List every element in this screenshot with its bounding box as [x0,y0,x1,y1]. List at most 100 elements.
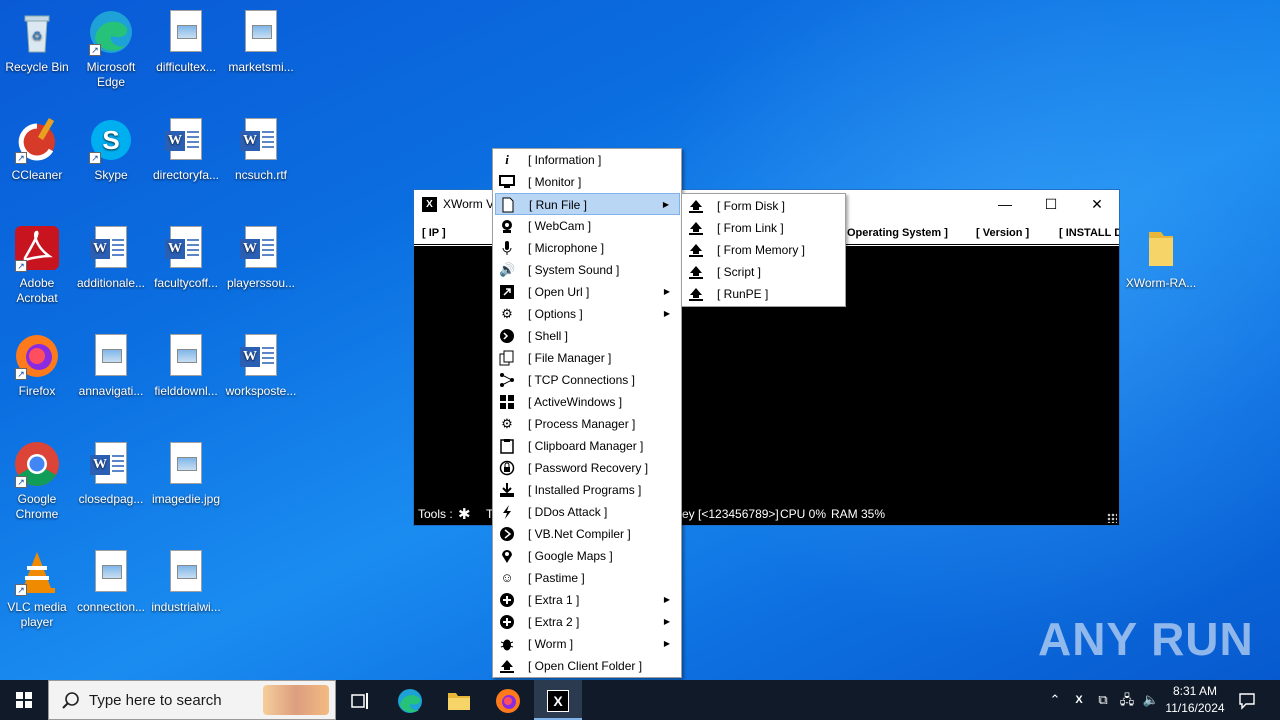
tray-overflow-chevron-icon[interactable]: ⌃ [1046,680,1064,720]
menu-item-extra-2[interactable]: [ Extra 2 ] ▶ [495,611,680,633]
desktop-icon-vlc[interactable]: ↗ VLC media player [0,548,74,630]
desktop-icon-microsoft-edge[interactable]: ↗ Microsoft Edge [74,8,148,90]
process-icon: ⚙ [501,416,513,431]
close-button[interactable]: ✕ [1074,190,1120,219]
desktop-icon-difficultex[interactable]: difficultex... [149,8,223,75]
upload-icon [688,220,704,236]
image-file-icon [237,8,285,56]
menu-item-open-client-folder[interactable]: [ Open Client Folder ] [495,655,680,677]
desktop-icon-annavigati[interactable]: annavigati... [74,332,148,399]
menu-item-extra-1[interactable]: [ Extra 1 ] ▶ [495,589,680,611]
menu-item-vbnet-compiler[interactable]: [ VB.Net Compiler ] [495,523,680,545]
notification-center-icon[interactable] [1236,680,1258,720]
desktop-icon-industrialwi[interactable]: industrialwi... [149,548,223,615]
desktop-icon-fielddownl[interactable]: fielddownl... [149,332,223,399]
tray-meet-icon[interactable]: ⧉ [1094,680,1112,720]
tray-xworm-icon[interactable]: X [1070,680,1088,720]
menu-item-installed-programs[interactable]: [ Installed Programs ] [495,479,680,501]
menu-item-information[interactable]: i[ Information ] [495,149,680,171]
clock-time: 8:31 AM [1172,684,1218,698]
menu-item-clipboard-manager[interactable]: [ Clipboard Manager ] [495,435,680,457]
column-install-date[interactable]: [ INSTALL D [1059,221,1119,245]
menu-item-process-manager[interactable]: ⚙[ Process Manager ] [495,413,680,435]
bolt-icon [499,504,515,520]
desktop-icon-connection[interactable]: connection... [74,548,148,615]
search-highlight-image [263,685,329,715]
desktop-icon-marketsmi[interactable]: marketsmi... [224,8,298,75]
open-url-icon [499,284,515,300]
desktop-icon-ccleaner[interactable]: ↗ CCleaner [0,116,74,183]
column-operating-system[interactable]: Operating System ] [847,221,948,245]
menu-item-worm[interactable]: [ Worm ] ▶ [495,633,680,655]
desktop-icon-recycle-bin[interactable]: ♻ Recycle Bin [0,8,74,75]
upload-icon [688,198,704,214]
menu-item-active-windows[interactable]: [ ActiveWindows ] [495,391,680,413]
submenu-item-form-disk[interactable]: [ Form Disk ] [684,195,844,217]
desktop-icon-ncsuch[interactable]: W ncsuch.rtf [224,116,298,183]
taskbar: Type here to search X ⌃ X ⧉ 🖧 🔈 8:31 AM … [0,680,1280,720]
file-manager-icon [499,350,515,366]
menu-item-system-sound[interactable]: 🔊[ System Sound ] [495,259,680,281]
image-file-icon [162,440,210,488]
taskbar-edge-icon[interactable] [386,680,434,720]
submenu-item-from-memory[interactable]: [ From Memory ] [684,239,844,261]
desktop-icon-workspostе[interactable]: W workspostе... [224,332,298,399]
tray-network-icon[interactable]: 🖧 [1118,680,1136,720]
column-version[interactable]: [ Version ] [976,221,1029,245]
column-ip[interactable]: [ IP ] [422,221,446,245]
start-button[interactable] [0,680,48,720]
submenu-item-from-link[interactable]: [ From Link ] [684,217,844,239]
webcam-icon [499,218,515,234]
menu-item-ddos-attack[interactable]: [ DDos Attack ] [495,501,680,523]
menu-item-webcam[interactable]: [ WebCam ] [495,215,680,237]
submenu-item-script[interactable]: [ Script ] [684,261,844,283]
menu-item-google-maps[interactable]: [ Google Maps ] [495,545,680,567]
word-doc-icon: W [237,332,285,380]
submenu-item-runpe[interactable]: [ RunPE ] [684,283,844,305]
submenu-arrow-icon: ▶ [663,287,670,296]
minimize-button[interactable]: — [982,190,1028,219]
word-doc-icon: W [237,116,285,164]
window-title: XWorm V [443,197,495,211]
desktop-icon-closedpag[interactable]: W closedpag... [74,440,148,507]
menu-item-open-url[interactable]: [ Open Url ] ▶ [495,281,680,303]
menu-item-shell[interactable]: [ Shell ] [495,325,680,347]
menu-item-pastime[interactable]: ☺[ Pastime ] [495,567,680,589]
menu-item-run-file[interactable]: [ Run File ] ▶ [495,193,680,215]
search-placeholder: Type here to search [89,692,222,709]
taskbar-xworm-icon[interactable]: X [534,680,582,720]
maximize-button[interactable]: ☐ [1028,190,1074,219]
word-doc-icon: W [162,224,210,272]
desktop-icon-google-chrome[interactable]: ↗ Google Chrome [0,440,74,522]
compiler-icon [499,526,515,542]
taskbar-search-box[interactable]: Type here to search [48,680,336,720]
desktop-icon-facultycoff[interactable]: W facultycoff... [149,224,223,291]
menu-item-options[interactable]: ⚙[ Options ] ▶ [495,303,680,325]
taskbar-file-explorer-icon[interactable] [435,680,483,720]
taskbar-firefox-icon[interactable] [484,680,532,720]
desktop-icon-playerssou[interactable]: W playerssou... [224,224,298,291]
map-pin-icon [499,548,515,564]
resize-grip[interactable] [1107,513,1117,523]
desktop-icon-directoryfa[interactable]: W directoryfa... [149,116,223,183]
task-view-button[interactable] [336,680,384,720]
windows-icon [499,394,515,410]
menu-item-tcp-connections[interactable]: [ TCP Connections ] [495,369,680,391]
smiley-icon: ☺ [500,570,514,585]
desktop-icon-xworm-folder[interactable]: XWorm-RA... [1124,224,1198,291]
tools-label: Tools : [418,507,453,521]
speaker-icon: 🔊 [499,262,516,277]
run-file-submenu: [ Form Disk ] [ From Link ] [ From Memor… [681,193,846,307]
menu-item-file-manager[interactable]: [ File Manager ] [495,347,680,369]
desktop-icon-skype[interactable]: S ↗ Skype [74,116,148,183]
desktop-icon-additionale[interactable]: W additionale... [74,224,148,291]
desktop-icon-adobe-acrobat[interactable]: ↗ Adobe Acrobat [0,224,74,306]
upload-icon [499,658,515,674]
menu-item-microphone[interactable]: [ Microphone ] [495,237,680,259]
desktop-icon-imagedie[interactable]: imagedie.jpg [149,440,223,507]
taskbar-clock[interactable]: 8:31 AM 11/16/2024 [1158,683,1232,717]
menu-item-monitor[interactable]: [ Monitor ] [495,171,680,193]
tools-icon[interactable]: ✱ [458,504,471,525]
menu-item-password-recovery[interactable]: [ Password Recovery ] [495,457,680,479]
desktop-icon-firefox[interactable]: ↗ Firefox [0,332,74,399]
